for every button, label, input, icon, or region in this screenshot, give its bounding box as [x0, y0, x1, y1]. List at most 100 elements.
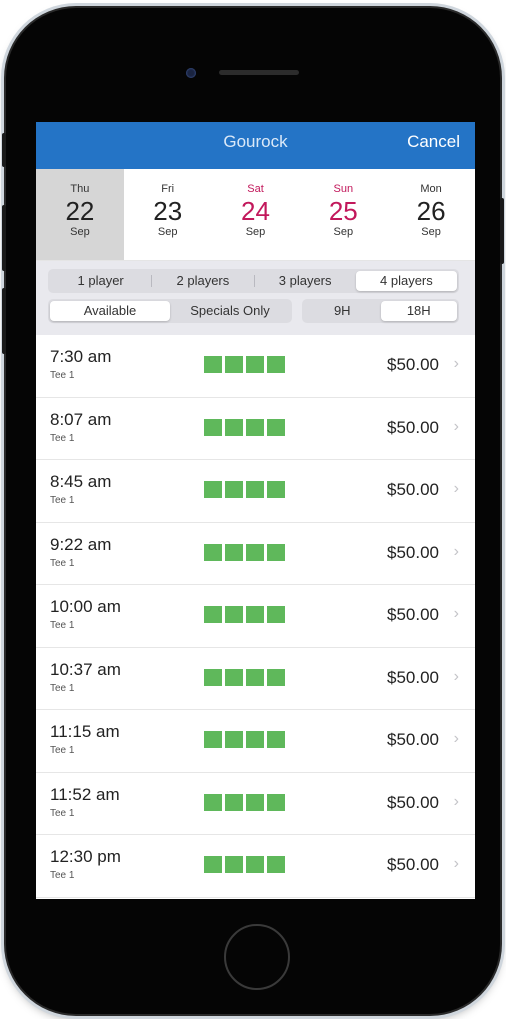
price-label: $50.00 [387, 417, 439, 437]
available-slot [204, 543, 222, 561]
chevron-right-icon: › [453, 605, 459, 622]
tee-time-row[interactable]: 8:45 am Tee 1 $50.00 › [36, 460, 475, 523]
price-label: $50.00 [387, 355, 439, 374]
volume-down-button [2, 288, 6, 354]
date-weekday: Mon [420, 183, 442, 195]
front-camera [186, 68, 196, 78]
chevron-right-icon: › [453, 855, 459, 872]
available-slot [225, 731, 243, 748]
available-slot [267, 731, 285, 748]
available-slot [246, 543, 264, 561]
date-day-number: 23 [153, 196, 183, 226]
tee-time-label: 11:52 am [50, 784, 120, 804]
tee-time-label: 10:00 am [50, 597, 121, 616]
chevron-right-icon: › [453, 730, 459, 747]
tee-time-row[interactable]: 7:30 am Tee 1 $50.00 › [36, 335, 475, 398]
available-slot [246, 668, 264, 686]
tee-number-label: Tee 1 [50, 495, 75, 506]
available-slot [246, 856, 264, 873]
price-label: $50.00 [387, 480, 439, 499]
segment-available[interactable]: Available [50, 301, 170, 321]
tee-number-label: Tee 1 [50, 682, 75, 694]
tee-time-row[interactable]: 10:37 am Tee 1 $50.00 › [36, 648, 475, 710]
tee-time-row[interactable]: 10:00 am Tee 1 $50.00 › [36, 585, 475, 648]
tee-number-label: Tee 1 [50, 745, 75, 756]
available-slot [225, 606, 243, 623]
tee-time-row[interactable]: 8:07 am Tee 1 $50.00 › [36, 398, 475, 460]
available-slot [225, 856, 243, 873]
available-slot [267, 856, 285, 873]
player-slots-indicator [204, 418, 285, 436]
tee-number-label: Tee 1 [50, 807, 75, 819]
available-slot [225, 356, 243, 373]
chevron-right-icon: › [453, 417, 459, 435]
available-slot [246, 418, 264, 436]
tee-time-list: 7:30 am Tee 1 $50.00 › 8:07 am Tee 1 $50.00 › 8:… [36, 335, 475, 898]
tee-time-row[interactable]: 11:15 am Tee 1 $50.00 › [36, 710, 475, 773]
segment-holes-9h[interactable]: 9H [304, 301, 381, 321]
player-count-selector: 1 player 2 players 3 players 4 players [48, 269, 459, 293]
chevron-right-icon: › [453, 792, 459, 810]
segment-holes-18h[interactable]: 18H [380, 301, 457, 321]
date-weekday: Thu [70, 183, 90, 195]
date-cell-sat[interactable]: Sat 24 Sep [212, 169, 300, 260]
tee-time-label: 8:07 am [50, 409, 112, 429]
segment-1-player[interactable]: 1 player [50, 271, 151, 291]
segment-specials-only[interactable]: Specials Only [170, 301, 290, 321]
price-label: $50.00 [387, 730, 439, 749]
date-day-number: 26 [416, 196, 446, 226]
price-label: $50.00 [387, 792, 439, 812]
available-slot [204, 418, 222, 436]
available-slot [204, 356, 222, 373]
tee-time-label: 8:45 am [50, 472, 112, 491]
tee-time-label: 9:22 am [50, 534, 112, 554]
segment-2-players[interactable]: 2 players [152, 271, 253, 291]
price-label: $50.00 [387, 855, 439, 874]
available-slot [267, 543, 285, 561]
segment-3-players[interactable]: 3 players [255, 271, 356, 291]
date-weekday: Fri [161, 183, 175, 195]
cancel-button[interactable]: Cancel [407, 122, 460, 162]
date-month: Sep [333, 226, 354, 238]
date-month: Sep [70, 226, 90, 238]
tee-time-row[interactable]: 12:30 pm Tee 1 $50.00 › [36, 835, 475, 898]
date-weekday: Sat [247, 183, 264, 195]
available-slot [246, 606, 264, 623]
tee-time-row[interactable]: 9:22 am Tee 1 $50.00 › [36, 523, 475, 585]
date-month: Sep [421, 226, 441, 238]
tee-time-label: 7:30 am [50, 347, 112, 366]
available-slot [246, 356, 264, 373]
player-slots-indicator [204, 481, 285, 498]
available-slot [246, 481, 264, 498]
filter-panel: 1 player 2 players 3 players 4 players Avai… [36, 261, 475, 335]
date-weekday: Sun [333, 183, 354, 195]
tee-time-label: 10:37 am [50, 659, 121, 679]
holes-selector: 9H 18H [302, 299, 459, 323]
player-slots-indicator [204, 356, 285, 373]
tee-time-label: 12:30 pm [50, 847, 121, 866]
available-slot [267, 418, 285, 436]
date-day-number: 24 [241, 196, 270, 226]
player-slots-indicator [204, 606, 285, 623]
available-slot [225, 481, 243, 498]
volume-up-button [2, 205, 6, 271]
player-slots-indicator [204, 543, 285, 561]
date-month: Sep [157, 226, 178, 238]
tee-number-label: Tee 1 [50, 370, 75, 381]
tee-time-label: 11:15 am [50, 722, 120, 741]
available-slot [267, 793, 285, 811]
available-slot [204, 668, 222, 686]
tee-time-row[interactable]: 11:52 am Tee 1 $50.00 › [36, 773, 475, 835]
app-screen: Gourock Cancel Thu 22 Sep Fri 23 Sep Sat 24 Sep S… [36, 122, 475, 899]
home-button[interactable] [224, 924, 290, 990]
date-cell-thu[interactable]: Thu 22 Sep [36, 169, 124, 260]
date-cell-sun[interactable]: Sun 25 Sep [299, 169, 387, 260]
available-slot [246, 793, 264, 811]
navigation-bar: Gourock Cancel [36, 122, 475, 169]
date-cell-mon[interactable]: Mon 26 Sep [387, 169, 475, 260]
segment-4-players[interactable]: 4 players [355, 271, 457, 291]
available-slot [225, 793, 243, 811]
available-slot [267, 481, 285, 498]
player-slots-indicator [204, 793, 285, 811]
date-cell-fri[interactable]: Fri 23 Sep [124, 169, 212, 260]
